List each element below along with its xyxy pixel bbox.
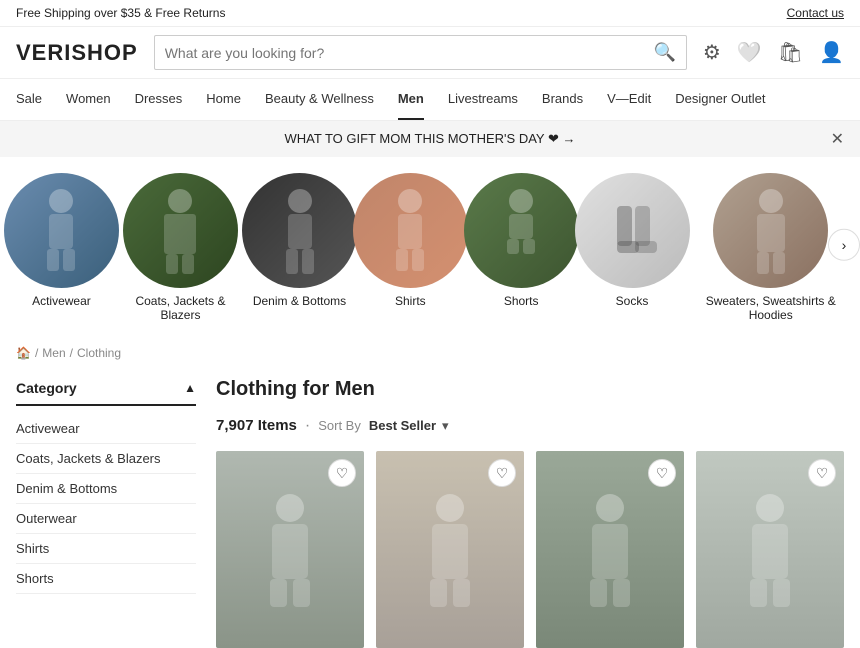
sidebar-item-denim[interactable]: Denim & Bottoms [16,474,196,504]
product-count: 7,907 Items [216,417,297,434]
nav-livestreams[interactable]: Livestreams [448,79,518,120]
sidebar-item-activewear[interactable]: Activewear [16,414,196,444]
category-coats-label: Coats, Jackets & Blazers [121,294,240,322]
promo-text[interactable]: WHAT TO GIFT MOM THIS MOTHER'S DAY ❤ → [285,131,576,146]
product-card-1[interactable]: ♡ [216,451,364,648]
contact-link[interactable]: Contact us [787,6,844,20]
product-area: Clothing for Men 7,907 Items · Sort By B… [216,368,844,648]
breadcrumb: 🏠 / Men / Clothing [0,338,860,368]
page-heading-wrapper: Clothing for Men [216,368,844,401]
wishlist-button-4[interactable]: ♡ [808,459,836,487]
product-image-1: ♡ [216,451,364,648]
sort-value[interactable]: Best Seller [369,418,436,433]
category-sweaters-image [713,173,828,288]
nav-home[interactable]: Home [206,79,241,120]
category-sweaters[interactable]: Sweaters, Sweatshirts & Hoodies [691,173,850,322]
sidebar-item-shorts[interactable]: Shorts [16,564,196,594]
category-activewear-label: Activewear [32,294,91,308]
category-activewear[interactable]: Activewear [10,173,113,308]
settings-icon[interactable]: ⚙ [703,40,721,65]
wishlist-button-3[interactable]: ♡ [648,459,676,487]
sidebar-title: Category ▲ [16,368,196,406]
category-denim[interactable]: Denim & Bottoms [248,173,351,308]
category-shorts[interactable]: Shorts [470,173,573,308]
nav-vedit[interactable]: V—Edit [607,79,651,120]
header: VERISHOP 🔍 ⚙ 🤍 🛍 👤 [0,27,860,79]
category-coats-image [123,173,238,288]
product-card-3[interactable]: ♡ [536,451,684,648]
sidebar-collapse-icon[interactable]: ▲ [184,381,196,395]
main-content: Category ▲ Activewear Coats, Jackets & B… [0,368,860,648]
category-socks-image [575,173,690,288]
category-scroll: Activewear Coats, Jackets & Blazers Deni… [0,157,860,338]
nav-men[interactable]: Men [398,79,424,120]
wishlist-icon[interactable]: 🤍 [737,40,762,65]
category-sweaters-label: Sweaters, Sweatshirts & Hoodies [691,294,850,322]
header-icons: ⚙ 🤍 🛍 👤 [703,40,844,65]
sidebar-item-shirts[interactable]: Shirts [16,534,196,564]
wishlist-button-2[interactable]: ♡ [488,459,516,487]
category-socks[interactable]: Socks [581,173,684,308]
breadcrumb-current: Clothing [77,346,121,360]
nav-brands[interactable]: Brands [542,79,583,120]
nav-designer[interactable]: Designer Outlet [675,79,765,120]
sidebar-item-coats[interactable]: Coats, Jackets & Blazers [16,444,196,474]
top-banner: Free Shipping over $35 & Free Returns Co… [0,0,860,27]
category-shorts-image [464,173,579,288]
category-coats[interactable]: Coats, Jackets & Blazers [121,173,240,322]
scroll-right-button[interactable]: › [828,228,860,260]
sort-arrow-icon[interactable]: ▾ [442,418,449,434]
breadcrumb-men[interactable]: Men [42,346,65,360]
category-shorts-label: Shorts [504,294,539,308]
category-shirts-image [353,173,468,288]
category-denim-label: Denim & Bottoms [253,294,346,308]
breadcrumb-separator: / [35,346,38,360]
sidebar-category-label: Category [16,380,77,396]
sidebar: Category ▲ Activewear Coats, Jackets & B… [16,368,196,648]
product-image-2: ♡ [376,451,524,648]
sidebar-item-outerwear[interactable]: Outerwear [16,504,196,534]
category-shirts-label: Shirts [395,294,426,308]
product-card-4[interactable]: ♡ [696,451,844,648]
promo-banner: WHAT TO GIFT MOM THIS MOTHER'S DAY ❤ → ✕ [0,121,860,157]
category-activewear-image [4,173,119,288]
search-icon[interactable]: 🔍 [653,42,675,63]
breadcrumb-separator2: / [70,346,73,360]
logo[interactable]: VERISHOP [16,40,138,66]
dot-separator: · [305,417,310,435]
product-image-3: ♡ [536,451,684,648]
nav-women[interactable]: Women [66,79,111,120]
search-bar: 🔍 [154,35,687,70]
sort-section: Sort By Best Seller ▾ [318,418,448,434]
nav-dresses[interactable]: Dresses [135,79,183,120]
wishlist-button-1[interactable]: ♡ [328,459,356,487]
nav-beauty[interactable]: Beauty & Wellness [265,79,374,120]
product-area-header: 7,907 Items · Sort By Best Seller ▾ [216,405,844,451]
category-denim-image [242,173,357,288]
product-image-4: ♡ [696,451,844,648]
shipping-text: Free Shipping over $35 & Free Returns [16,6,225,20]
category-shirts[interactable]: Shirts [359,173,462,308]
home-icon[interactable]: 🏠 [16,346,31,360]
nav: Sale Women Dresses Home Beauty & Wellnes… [0,79,860,121]
bag-icon[interactable]: 🛍 [778,40,803,65]
search-input[interactable] [165,45,646,61]
promo-close-button[interactable]: ✕ [831,129,844,149]
product-card-2[interactable]: ♡ [376,451,524,648]
user-icon[interactable]: 👤 [819,40,844,65]
nav-sale[interactable]: Sale [16,79,42,120]
page-title: Clothing for Men [216,368,844,401]
sort-label: Sort By [318,418,361,433]
product-grid: ♡ ♡ [216,451,844,648]
category-socks-label: Socks [616,294,649,308]
